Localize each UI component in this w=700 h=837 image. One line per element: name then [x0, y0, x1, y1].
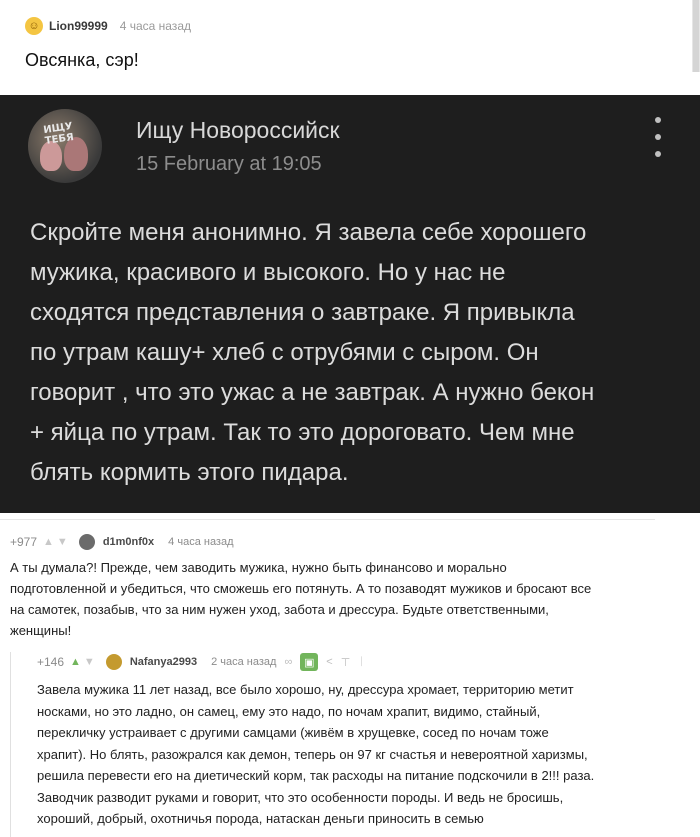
top-comment-time[interactable]: 4 часа назад — [120, 19, 191, 33]
post-body: Скройте меня анонимно. Я завела себе хор… — [30, 213, 680, 493]
scrollbar[interactable] — [692, 0, 700, 72]
downvote-icon[interactable]: ▼ — [84, 656, 95, 668]
post-line: по утрам кашу+ хлеб с отрубями с сыром. … — [30, 339, 539, 366]
comment-line: Завела мужика 11 лет назад, все было хор… — [37, 682, 574, 697]
comment-body: Завела мужика 11 лет назад, все было хор… — [37, 679, 657, 830]
upvote-icon[interactable]: ▲ — [43, 536, 54, 548]
upvote-icon[interactable]: ▲ — [70, 656, 81, 668]
avatar[interactable] — [105, 654, 122, 670]
post-line: Скройте меня анонимно. Я завела себе хор… — [30, 219, 587, 246]
comment-line: А ты думала?! Прежде, чем заводить мужик… — [10, 560, 507, 575]
comment-line: хороший, добрый, охотничья порода, натас… — [37, 811, 484, 826]
comment-line: подготовленной и убедиться, что сможешь … — [10, 581, 592, 596]
post-line: мужика, красивого и высокого. Но у нас н… — [30, 259, 506, 286]
comment-line: женщины! — [10, 623, 72, 638]
link-icon[interactable]: ∞ — [284, 656, 292, 668]
share-icon[interactable]: < — [326, 656, 332, 668]
comment-time[interactable]: 2 часа назад — [211, 656, 276, 668]
divider — [0, 519, 655, 520]
more-icon[interactable]: ᛁ — [358, 656, 365, 668]
save-icon[interactable]: ▣ — [300, 653, 319, 671]
comment-time[interactable]: 4 часа назад — [168, 536, 233, 548]
top-comment-header: ☺ Lion99999 4 часа назад — [25, 16, 191, 36]
comment-line: решила перевести его на диетический корм… — [37, 768, 595, 783]
comment-rating: +146 — [37, 655, 65, 669]
comment-header: +977 ▲ ▼ d1m0nf0x 4 часа назад — [10, 533, 234, 551]
top-comment-text: Овсянка, сэр! — [25, 50, 139, 70]
post-line: блять кормить этого пидара. — [30, 459, 349, 486]
avatar[interactable] — [78, 534, 95, 550]
comment-line: храпит). Но блять, разожрался как демон,… — [37, 746, 588, 762]
post-author-name: Ищу Новороссийск — [136, 117, 340, 143]
comment-header: +146 ▲ ▼ Nafanya2993 2 часа назад ∞ ▣ < … — [37, 652, 365, 672]
post-line: говорит , что это ужас а не завтрак. А н… — [30, 379, 595, 406]
post-date: 15 February at 19:05 — [136, 153, 322, 175]
comment-line: носками, но это ладно, он самец, ему это… — [37, 703, 541, 719]
post-line: сходятся представления о завтраке. Я при… — [30, 299, 575, 326]
downvote-icon[interactable]: ▼ — [57, 536, 68, 548]
comment-rating: +977 — [10, 535, 38, 549]
comment-username[interactable]: d1m0nf0x — [103, 536, 154, 548]
comment-line: Заводчик разводит руками и говорит, что … — [37, 789, 564, 805]
more-options-icon — [652, 117, 664, 157]
thread-branch-line[interactable] — [10, 652, 31, 837]
post-author-avatar: ИЩУ ТЕБЯ — [28, 109, 102, 183]
pin-icon[interactable]: ⊤ — [341, 656, 351, 669]
comment-body: А ты думала?! Прежде, чем заводить мужик… — [10, 557, 670, 641]
post-screenshot: ИЩУ ТЕБЯ Ищу Новороссийск 15 February at… — [0, 95, 700, 513]
comment-line: на самотек, позабыв, что за ним нужен ух… — [10, 602, 549, 617]
top-comment-username[interactable]: Lion99999 — [49, 19, 108, 33]
post-line: + яйца по утрам. Так то это дороговато. … — [30, 419, 575, 446]
lion-avatar[interactable]: ☺ — [25, 17, 43, 35]
comment-username[interactable]: Nafanya2993 — [130, 656, 197, 668]
comment-line: перекличку устраивает с другими самцами … — [37, 725, 549, 740]
avatar-caption: ИЩУ ТЕБЯ — [42, 121, 75, 147]
